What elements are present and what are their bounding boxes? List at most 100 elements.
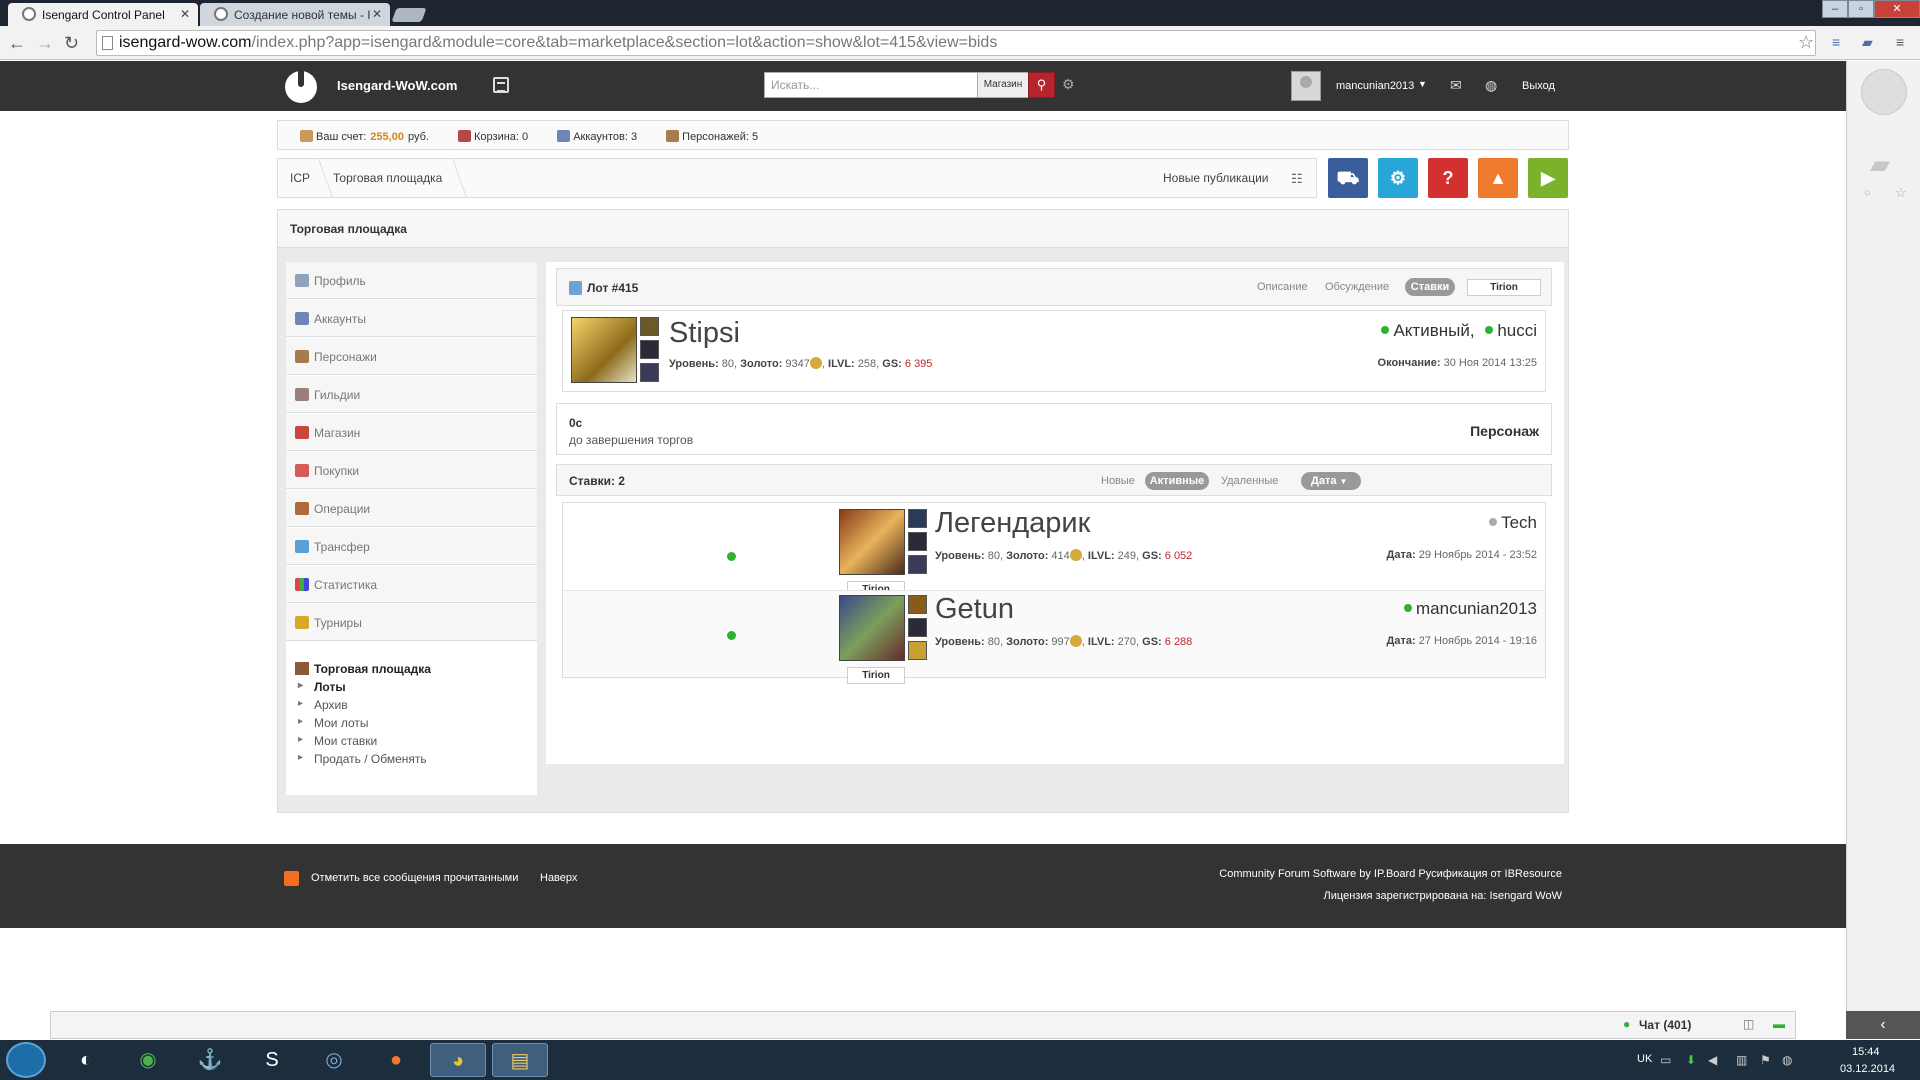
item-slot-icon[interactable] [640,317,659,336]
minimize-icon[interactable]: – [1822,0,1848,18]
sidebar-item-characters[interactable]: Персонажи [286,338,537,375]
network-icon[interactable]: ▥ [1736,1053,1747,1067]
tab-close-icon[interactable]: ✕ [372,7,382,21]
chrome-icon[interactable]: ◕ [430,1043,486,1077]
sidebar-subitem-archive[interactable]: Архив [298,698,347,712]
sidebar-item-shop[interactable]: Магазин [286,414,537,451]
user-name[interactable]: mancunian2013 [1336,80,1414,92]
start-button[interactable] [6,1042,46,1078]
new-tab-button[interactable] [391,8,427,22]
filter-deleted[interactable]: Удаленные [1221,475,1278,487]
search-input[interactable]: Искать... [764,72,978,98]
sidebar-subitem-my-bids[interactable]: Мои ставки [298,734,377,748]
item-slot-icon[interactable] [908,641,927,660]
filter-active[interactable]: Активные [1145,472,1209,490]
filter-new[interactable]: Новые [1101,475,1135,487]
chat-users-icon[interactable]: ◫ [1743,1017,1754,1031]
sidebar-item-accounts[interactable]: Аккаунты [286,300,537,337]
item-slot-icon[interactable] [908,532,927,551]
collapse-panel-button[interactable]: ‹ [1846,1011,1920,1039]
tab-bids[interactable]: Ставки [1405,278,1455,296]
sort-date-dropdown[interactable]: Дата ▼ [1301,472,1361,490]
taskbar-app-icon[interactable]: ◉ [120,1043,176,1077]
clock-time[interactable]: 15:44 [1852,1046,1880,1058]
footer-credits[interactable]: Community Forum Software by IP.Board Рус… [1219,868,1562,880]
sidebar-item-transfer[interactable]: Трансфер [286,528,537,565]
mark-all-read-link[interactable]: Отметить все сообщения прочитанными [311,872,518,884]
site-name[interactable]: Isengard-WoW.com [337,78,457,93]
chat-status-toggle-icon[interactable]: ▬ [1773,1017,1785,1031]
keyboard-icon[interactable]: ▭ [1660,1053,1671,1067]
item-slot-icon[interactable] [908,618,927,637]
taskbar-app-icon[interactable]: S [244,1043,300,1077]
character-name[interactable]: Stipsi [669,317,740,350]
character-name[interactable]: Легендарик [935,507,1090,540]
owner-name[interactable]: Tech [1501,513,1537,532]
character-portrait[interactable] [839,595,905,661]
item-slot-icon[interactable] [908,595,927,614]
sidebar-subitem-sell-trade[interactable]: Продать / Обменять [298,752,427,766]
sidebar-item-marketplace[interactable]: Торговая площадка [295,662,431,676]
owner-name[interactable]: mancunian2013 [1416,599,1537,618]
taskbar-app-icon[interactable]: ◐ [58,1043,114,1077]
chevron-down-icon[interactable]: ▼ [1418,79,1427,89]
circle-icon[interactable]: ○ [1864,187,1871,199]
volume-icon[interactable]: ◀ [1708,1053,1717,1067]
forward-arrow-icon[interactable]: → [36,33,54,54]
site-logo-icon[interactable] [285,67,317,103]
extension-icon[interactable]: ≡ [1832,34,1840,50]
notifications-globe-icon[interactable]: ◍ [1485,77,1497,94]
like-button[interactable]: ▲ [1478,158,1518,198]
character-portrait[interactable] [839,509,905,575]
logout-link[interactable]: Выход [1522,80,1555,92]
avatar[interactable] [1291,71,1321,101]
sidebar-item-purchases[interactable]: Покупки [286,452,537,489]
item-slot-icon[interactable] [640,340,659,359]
tab-description[interactable]: Описание [1257,281,1308,293]
search-scope-select[interactable]: Магазин [977,72,1029,98]
close-window-icon[interactable]: ✕ [1874,0,1920,18]
cart-info[interactable]: Корзина: 0 [458,130,528,143]
breadcrumb-item-marketplace[interactable]: Торговая площадка [333,171,442,185]
folder-icon[interactable]: ▤ [492,1043,548,1077]
search-button[interactable]: ⚲ [1028,72,1055,98]
back-to-top-link[interactable]: Наверх [540,872,577,884]
breadcrumb-item-icp[interactable]: ICP [290,171,310,185]
panel-avatar[interactable] [1861,69,1907,115]
new-publications-link[interactable]: Новые публикации [1163,171,1269,185]
back-arrow-icon[interactable]: ← [8,33,26,54]
shop-cart-button[interactable]: ⛟ [1328,158,1368,198]
sidebar-item-profile[interactable]: Профиль [286,262,537,299]
list-icon[interactable]: ☷ [1291,171,1303,187]
play-button[interactable]: ▶ [1528,158,1568,198]
download-icon[interactable]: ⬇ [1686,1053,1696,1067]
sidebar-subitem-my-lots[interactable]: Мои лоты [298,716,368,730]
messages-icon[interactable]: ✉ [1450,77,1462,94]
browser-tab-active[interactable]: Isengard Control Panel ✕ [8,3,198,26]
item-slot-icon[interactable] [640,363,659,382]
sidebar-subitem-lots[interactable]: Лоты [298,680,345,694]
sidebar-item-guilds[interactable]: Гильдии [286,376,537,413]
firefox-icon[interactable]: ● [368,1043,424,1077]
flag-icon[interactable]: ⚑ [1760,1053,1771,1067]
clock-date[interactable]: 03.12.2014 [1840,1063,1895,1075]
tab-discussion[interactable]: Обсуждение [1325,281,1389,293]
search-options-gear-icon[interactable]: ⚙ [1062,76,1075,93]
item-slot-icon[interactable] [908,555,927,574]
sidebar-item-operations[interactable]: Операции [286,490,537,527]
browser-tab-inactive[interactable]: Создание новой темы - I ✕ [200,3,390,26]
settings-button[interactable]: ⚙ [1378,158,1418,198]
item-slot-icon[interactable] [908,509,927,528]
sidebar-item-statistics[interactable]: Статистика [286,566,537,603]
url-field[interactable]: isengard-wow.com/index.php?app=isengard&… [96,30,1816,56]
tray-app-icon[interactable]: ◍ [1782,1053,1792,1067]
language-indicator[interactable]: UK [1637,1053,1652,1065]
help-button[interactable]: ? [1428,158,1468,198]
accounts-info[interactable]: Аккаунтов: 3 [557,130,637,143]
chat-toggle-label[interactable]: Чат (401) [1639,1018,1691,1032]
comment-icon[interactable]: ▰ [1862,34,1873,51]
star-icon[interactable]: ☆ [1798,32,1814,53]
menu-icon[interactable]: ≡ [1896,34,1904,50]
rss-icon[interactable] [284,871,299,886]
seller-name[interactable]: hucci [1497,321,1537,340]
